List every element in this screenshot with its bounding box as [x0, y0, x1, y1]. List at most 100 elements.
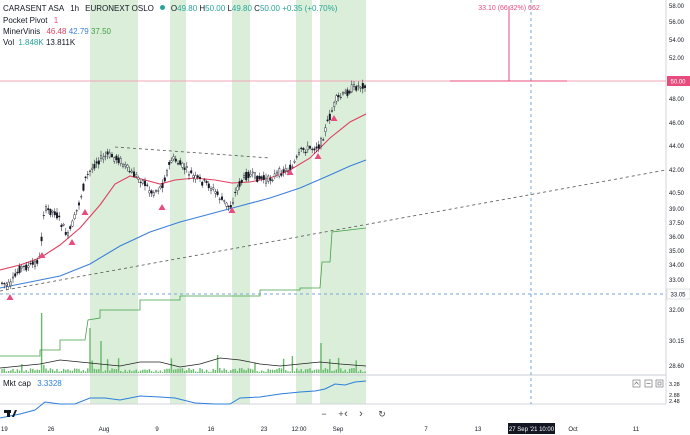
volume-bar: [10, 370, 12, 373]
volume-bar: [355, 360, 357, 373]
pocket-pivot-legend[interactable]: Pocket Pivot 1: [3, 16, 58, 25]
candle: [42, 215, 45, 217]
scroll-right-button[interactable]: ›: [355, 409, 367, 420]
zoom-out-button[interactable]: −: [318, 409, 330, 420]
candle: [99, 155, 102, 159]
candle: [242, 175, 245, 179]
volume-legend[interactable]: Vol 1.848K 13.811K: [3, 38, 75, 47]
mktcap-legend[interactable]: Mkt cap 3.3328: [3, 379, 62, 388]
candle: [84, 176, 87, 179]
price-tick-label: 30.15: [669, 339, 685, 345]
candle: [135, 174, 138, 177]
volume-bar: [87, 368, 89, 373]
volume-bar: [47, 370, 49, 373]
candle: [207, 183, 210, 189]
candle: [273, 173, 276, 178]
candle: [306, 145, 309, 151]
candle: [82, 183, 85, 191]
minervinis-legend[interactable]: MinerVinis 46.48 42.79 37.50: [3, 27, 111, 36]
volume-bar: [322, 369, 324, 373]
stock-chart[interactable]: 33.10 (66.32%) 662 58.00 56.00 54.00 52.00 4…: [0, 0, 690, 435]
candle: [130, 170, 133, 173]
candle: [95, 161, 98, 164]
volume-bar: [82, 370, 85, 373]
volume-bar: [137, 371, 140, 373]
volume-bar: [98, 369, 100, 373]
volume-bar: [16, 369, 19, 373]
candle: [62, 223, 65, 226]
volume-bar: [199, 368, 201, 373]
volume-bar: [18, 370, 21, 373]
candle: [139, 181, 142, 183]
volume-bar: [287, 371, 289, 373]
volume-bar: [223, 368, 225, 373]
candle: [36, 260, 39, 264]
volume-bar: [139, 370, 142, 373]
volume-bar: [260, 370, 263, 373]
lower-tick-label: 3.28: [669, 382, 680, 388]
volume-bar: [172, 369, 175, 373]
volume-bar: [168, 368, 170, 373]
volume-bar: [131, 371, 133, 373]
volume-bar: [49, 368, 52, 373]
candle: [172, 156, 175, 160]
price-tick-label: 33.00: [669, 278, 685, 284]
reset-chart-button[interactable]: ↻: [376, 409, 388, 420]
volume-bar: [14, 371, 16, 373]
candle: [45, 206, 48, 211]
pane-collapse-icon[interactable]: [644, 379, 653, 388]
volume-bar: [3, 368, 5, 373]
volume-bar: [84, 371, 87, 373]
candle: [16, 271, 19, 274]
candle: [353, 84, 356, 88]
price-tick-label: 58.00: [669, 4, 685, 10]
candle: [220, 196, 223, 200]
volume-bar: [307, 369, 309, 373]
volume-bar: [51, 369, 54, 373]
volume-bar: [93, 368, 96, 373]
candle: [102, 156, 105, 160]
price-tick-label: 39.00: [669, 207, 685, 213]
pane-maximize-icon[interactable]: [655, 379, 664, 388]
symbol-legend[interactable]: CARASENT ASA 1h EURONEXT OSLO O49.80 H50.00…: [3, 4, 337, 13]
volume-bar: [25, 370, 27, 373]
candle: [11, 276, 14, 279]
scroll-left-button[interactable]: ‹: [340, 409, 352, 420]
candle: [121, 163, 124, 167]
candle: [132, 171, 135, 177]
volume-bar: [142, 369, 144, 373]
volume-bar: [333, 370, 335, 373]
candle: [117, 157, 120, 163]
volume-bar: [170, 358, 173, 373]
candle: [23, 265, 26, 267]
volume-bar: [23, 371, 25, 373]
volume-bar: [311, 370, 313, 373]
volume-bar: [203, 371, 206, 373]
volume-bar: [183, 371, 186, 373]
candle: [269, 178, 272, 181]
candle: [128, 170, 131, 173]
volume-bar: [232, 369, 234, 373]
measure-tool[interactable]: [450, 6, 567, 82]
price-tick-label: 52.00: [669, 56, 685, 62]
time-tick-label: 13: [475, 427, 482, 433]
pocket-pivot-marker-icon: [158, 204, 166, 210]
volume-bar: [65, 369, 67, 373]
volume-bar: [340, 368, 342, 373]
time-tick-label: 9: [155, 427, 159, 433]
candle: [298, 152, 301, 155]
volume-bar: [276, 369, 278, 373]
candle: [355, 86, 358, 91]
volume-bar: [29, 368, 32, 373]
highlight-band: [296, 0, 312, 404]
candle: [18, 265, 21, 273]
candle: [53, 211, 56, 216]
candle: [51, 210, 54, 213]
candle: [300, 147, 303, 149]
price-axis[interactable]: 58.00 56.00 54.00 52.00 48.00 46.00 44.00 42.00…: [669, 4, 685, 370]
candle: [124, 164, 127, 167]
pane-move-up-icon[interactable]: [632, 379, 641, 388]
volume-bar: [106, 359, 109, 373]
volume-bar: [150, 371, 153, 373]
candle: [77, 202, 80, 206]
